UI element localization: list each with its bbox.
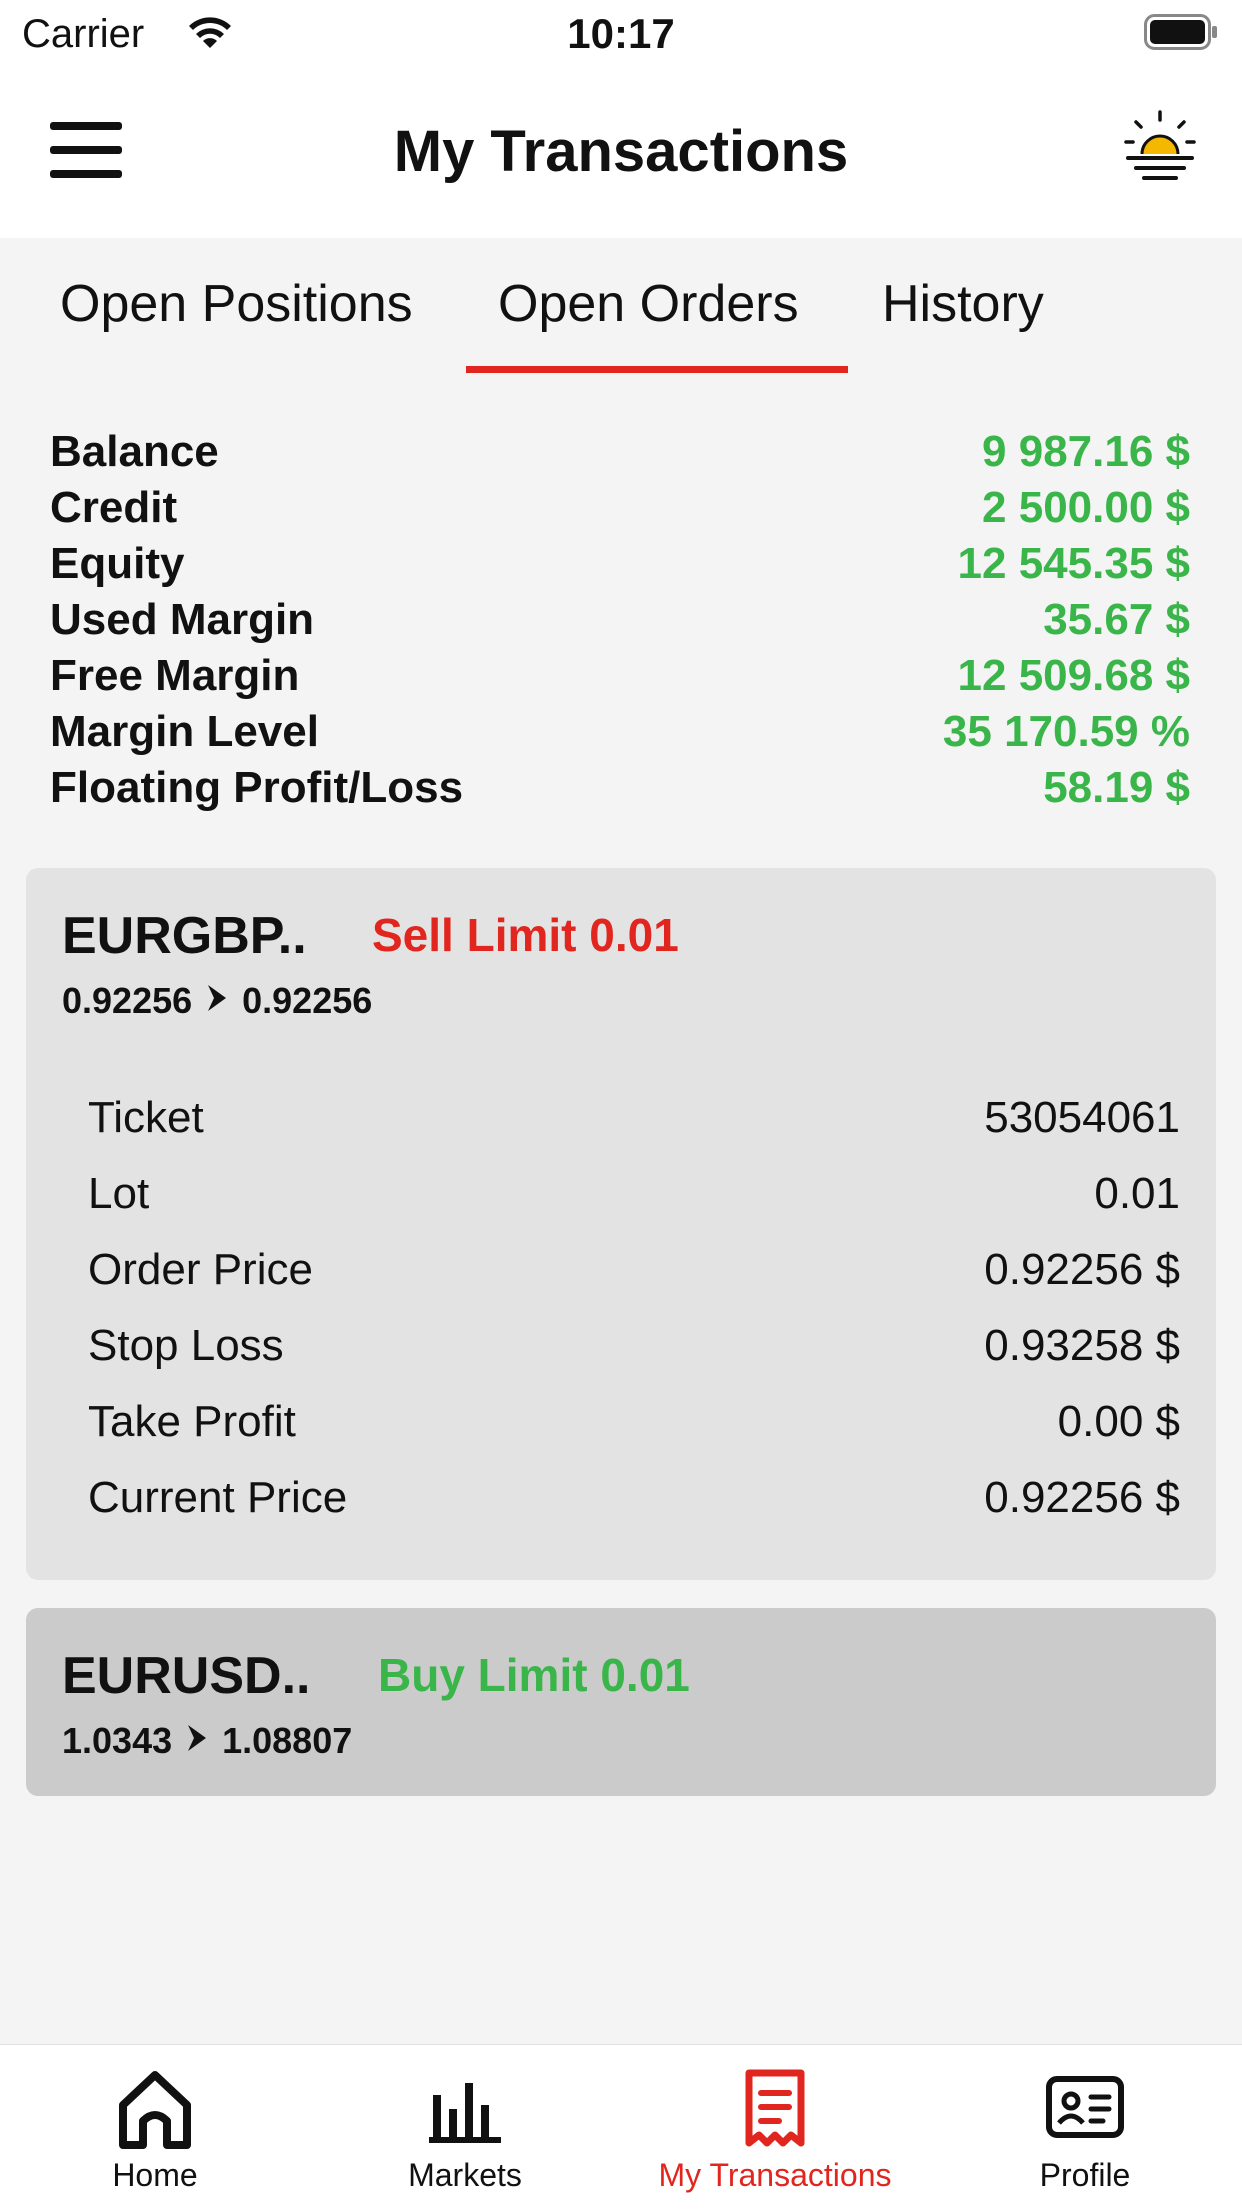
tab-open-positions[interactable]: Open Positions bbox=[60, 274, 413, 334]
status-bar: Carrier 10:17 bbox=[0, 0, 1242, 70]
summary-label: Floating Profit/Loss bbox=[50, 763, 464, 812]
summary-row-floating-profit-loss: Floating Profit/Loss 58.19 $ bbox=[50, 760, 1190, 816]
summary-value: 35 170.59 % bbox=[942, 707, 1190, 756]
tabbar-label: Profile bbox=[1039, 2157, 1131, 2193]
summary-value: 12 545.35 $ bbox=[957, 539, 1190, 588]
price-from: 1.0343 bbox=[62, 1720, 173, 1761]
order-price-range: 1.0343 1.08807 bbox=[62, 1720, 352, 1762]
tabbar-item-profile[interactable]: Profile bbox=[930, 2045, 1240, 2209]
clock: 10:17 bbox=[567, 10, 675, 57]
summary-label: Margin Level bbox=[50, 707, 319, 756]
receipt-icon bbox=[620, 2065, 930, 2149]
detail-row-current-price: Current Price 0.92256 $ bbox=[88, 1460, 1180, 1536]
chevron-right-icon bbox=[186, 1720, 208, 1762]
detail-label: Stop Loss bbox=[88, 1321, 284, 1370]
bar-chart-icon bbox=[310, 2065, 620, 2149]
tabbar-label: Home bbox=[112, 2157, 198, 2193]
account-summary: Balance 9 987.16 $ Credit 2 500.00 $ Equ… bbox=[50, 424, 1190, 816]
page-title: My Transactions bbox=[393, 119, 849, 184]
summary-label: Free Margin bbox=[50, 651, 300, 700]
order-type-label: Buy Limit 0.01 bbox=[378, 1649, 690, 1701]
tabbar-label: My Transactions bbox=[658, 2157, 892, 2193]
summary-row-used-margin: Used Margin 35.67 $ bbox=[50, 592, 1190, 648]
detail-value: 0.01 bbox=[1094, 1169, 1180, 1218]
tab-open-orders[interactable]: Open Orders bbox=[498, 274, 799, 334]
summary-value: 58.19 $ bbox=[1043, 763, 1190, 812]
order-card-eurgbp[interactable]: EURGBP.. Sell Limit 0.01 0.92256 0.92256… bbox=[26, 868, 1216, 1580]
detail-label: Ticket bbox=[88, 1093, 204, 1142]
order-tabs: Open Positions Open Orders History bbox=[0, 238, 1242, 378]
id-card-icon bbox=[930, 2065, 1240, 2149]
order-card-eurusd[interactable]: EURUSD.. Buy Limit 0.01 1.0343 1.08807 bbox=[26, 1608, 1216, 1796]
tabbar-item-home[interactable]: Home bbox=[0, 2045, 310, 2209]
detail-row-lot: Lot 0.01 bbox=[88, 1156, 1180, 1232]
tabbar-item-my-transactions[interactable]: My Transactions bbox=[620, 2045, 930, 2209]
detail-label: Order Price bbox=[88, 1245, 313, 1294]
detail-value: 0.92256 $ bbox=[984, 1473, 1180, 1522]
order-price-range: 0.92256 0.92256 bbox=[62, 980, 372, 1022]
theme-toggle-sun-icon[interactable] bbox=[1122, 110, 1198, 191]
summary-row-credit: Credit 2 500.00 $ bbox=[50, 480, 1190, 536]
summary-label: Used Margin bbox=[50, 595, 315, 644]
tab-history[interactable]: History bbox=[882, 274, 1044, 334]
summary-value: 12 509.68 $ bbox=[957, 651, 1190, 700]
order-symbol: EURUSD.. bbox=[62, 1647, 311, 1705]
detail-label: Current Price bbox=[88, 1473, 348, 1522]
detail-row-ticket: Ticket 53054061 bbox=[88, 1080, 1180, 1156]
order-type-label: Sell Limit 0.01 bbox=[372, 909, 679, 961]
summary-row-balance: Balance 9 987.16 $ bbox=[50, 424, 1190, 480]
detail-row-order-price: Order Price 0.92256 $ bbox=[88, 1232, 1180, 1308]
detail-value: 53054061 bbox=[984, 1093, 1180, 1142]
summary-row-free-margin: Free Margin 12 509.68 $ bbox=[50, 648, 1190, 704]
detail-label: Take Profit bbox=[88, 1397, 296, 1446]
price-to: 0.92256 bbox=[242, 980, 373, 1021]
summary-label: Balance bbox=[50, 427, 219, 476]
summary-label: Credit bbox=[50, 483, 178, 532]
detail-value: 0.92256 $ bbox=[984, 1245, 1180, 1294]
navigation-bar: My Transactions bbox=[0, 70, 1242, 238]
tabbar-label: Markets bbox=[408, 2157, 522, 2193]
summary-value: 2 500.00 $ bbox=[982, 483, 1190, 532]
tabbar-item-markets[interactable]: Markets bbox=[310, 2045, 620, 2209]
battery-icon bbox=[1144, 14, 1218, 55]
detail-row-stop-loss: Stop Loss 0.93258 $ bbox=[88, 1308, 1180, 1384]
price-from: 0.92256 bbox=[62, 980, 193, 1021]
order-details: Ticket 53054061 Lot 0.01 Order Price 0.9… bbox=[88, 1080, 1180, 1536]
summary-row-margin-level: Margin Level 35 170.59 % bbox=[50, 704, 1190, 760]
summary-value: 9 987.16 $ bbox=[982, 427, 1190, 476]
chevron-right-icon bbox=[206, 980, 228, 1022]
summary-value: 35.67 $ bbox=[1043, 595, 1190, 644]
detail-label: Lot bbox=[88, 1169, 150, 1218]
detail-row-take-profit: Take Profit 0.00 $ bbox=[88, 1384, 1180, 1460]
bottom-tab-bar: Home Markets My Transactions Profile bbox=[0, 2044, 1242, 2209]
order-symbol: EURGBP.. bbox=[62, 907, 307, 965]
detail-value: 0.00 $ bbox=[1057, 1397, 1180, 1446]
summary-label: Equity bbox=[50, 539, 185, 588]
summary-row-equity: Equity 12 545.35 $ bbox=[50, 536, 1190, 592]
detail-value: 0.93258 $ bbox=[984, 1321, 1180, 1370]
active-tab-indicator bbox=[466, 366, 848, 373]
price-to: 1.08807 bbox=[222, 1720, 353, 1761]
home-icon bbox=[0, 2065, 310, 2149]
